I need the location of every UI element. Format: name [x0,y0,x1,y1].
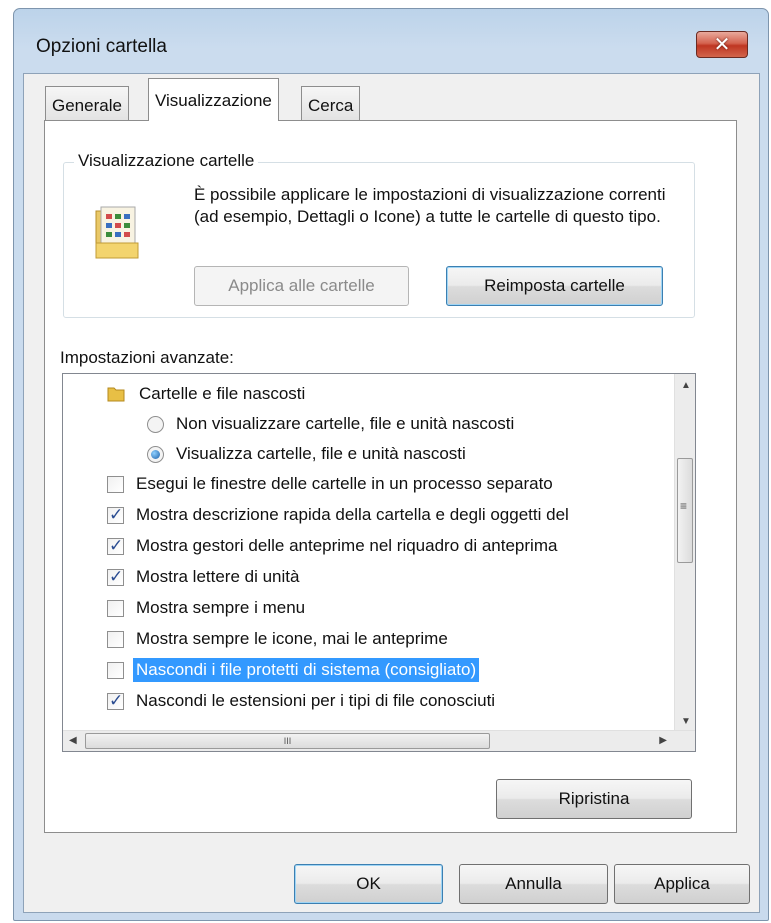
button-label: Annulla [505,874,562,893]
restore-defaults-button[interactable]: Ripristina [496,779,692,819]
list-item-radio[interactable]: Non visualizzare cartelle, file e unità … [147,409,514,439]
window-title: Opzioni cartella [36,36,167,57]
checkbox[interactable] [107,630,124,648]
list-item-label: Mostra sempre i menu [136,598,306,617]
list-item-radio[interactable]: Visualizza cartelle, file e unità nascos… [147,439,466,469]
list-item-checkbox[interactable]: Nascondi le estensioni per i tipi di fil… [107,686,495,716]
tab-generale[interactable]: Generale [45,86,129,120]
list-item-label: Mostra sempre le icone, mai le anteprime [136,629,448,648]
list-item-label: Nascondi i file protetti di sistema (con… [133,658,480,682]
tab-label: Visualizzazione [155,91,272,110]
cancel-button[interactable]: Annulla [459,864,608,904]
horizontal-scrollbar[interactable]: ◀ III ▶ [63,730,695,751]
checkbox[interactable] [107,599,124,617]
list-item-label: Mostra descrizione rapida della cartella… [136,505,569,524]
grip-icon: III [283,736,292,746]
list-item-label: Mostra gestori delle anteprime nel riqua… [136,536,558,555]
folder-options-window: Opzioni cartella ✕ Generale Visualizzazi… [13,8,769,921]
tab-panel-visualizzazione: Visualizzazione cartelle È possibile app… [44,120,737,833]
checkbox[interactable] [107,505,124,525]
vertical-scrollbar[interactable]: ▲ ≡ ▼ [674,374,695,731]
button-label: Applica [654,874,710,893]
checkbox[interactable] [107,661,124,679]
group-legend: Visualizzazione cartelle [74,151,259,171]
checkbox[interactable] [107,536,124,556]
checkbox[interactable] [107,475,124,493]
list-item-label: Nascondi le estensioni per i tipi di fil… [136,691,496,710]
tab-cerca[interactable]: Cerca [301,86,361,120]
dialog-client-area: Generale Visualizzazione Cerca Visualizz… [23,73,760,913]
list-item-checkbox[interactable]: Mostra lettere di unità [107,562,299,592]
scroll-left-arrow-icon[interactable]: ◀ [69,735,77,746]
grip-icon: ≡ [680,499,688,513]
scroll-down-arrow-icon[interactable]: ▼ [681,716,691,727]
checkbox[interactable] [107,691,124,711]
button-label: Reimposta cartelle [484,276,625,295]
folder-views-description: È possibile applicare le impostazioni di… [194,185,666,226]
folder-view-icon [95,206,139,259]
close-button[interactable]: ✕ [696,31,748,58]
radio-button[interactable] [147,445,164,463]
list-item-folder: Cartelle e file nascosti [107,379,305,409]
title-bar[interactable]: Opzioni cartella ✕ [14,9,768,75]
scroll-up-arrow-icon[interactable]: ▲ [681,380,691,391]
apply-to-folders-button[interactable]: Applica alle cartelle [194,266,409,306]
list-item-checkbox[interactable]: Esegui le finestre delle cartelle in un … [107,469,553,499]
button-label: OK [356,874,381,893]
tab-label: Cerca [308,96,354,115]
ok-button[interactable]: OK [294,864,443,904]
button-label: Applica alle cartelle [228,276,375,295]
vertical-scroll-thumb[interactable]: ≡ [677,458,693,563]
list-item-label: Cartelle e file nascosti [139,384,306,403]
close-icon: ✕ [713,34,731,56]
advanced-settings-list[interactable]: Cartelle e file nascosti Non visualizzar… [62,373,696,752]
list-item-label: Esegui le finestre delle cartelle in un … [136,474,553,493]
apply-button[interactable]: Applica [614,864,750,904]
list-item-checkbox[interactable]: Mostra descrizione rapida della cartella… [107,500,569,530]
list-item-checkbox-selected[interactable]: Nascondi i file protetti di sistema (con… [107,655,480,685]
tab-label: Generale [52,96,122,115]
radio-button[interactable] [147,415,164,433]
folder-views-group: Visualizzazione cartelle È possibile app… [63,151,695,318]
scroll-right-arrow-icon[interactable]: ▶ [659,735,667,746]
list-item-checkbox[interactable]: Mostra sempre le icone, mai le anteprime [107,624,448,654]
list-item-checkbox[interactable]: Mostra sempre i menu [107,593,305,623]
reset-folders-button[interactable]: Reimposta cartelle [446,266,663,306]
tab-visualizzazione[interactable]: Visualizzazione [148,78,279,121]
list-item-label: Mostra lettere di unità [136,567,300,586]
checkbox[interactable] [107,567,124,587]
button-label: Ripristina [558,789,630,808]
advanced-settings-label: Impostazioni avanzate: [60,348,234,367]
list-item-checkbox[interactable]: Mostra gestori delle anteprime nel riqua… [107,531,557,561]
list-item-label: Non visualizzare cartelle, file e unità … [176,414,515,433]
folder-icon [107,387,125,402]
horizontal-scroll-thumb[interactable]: III [85,733,490,749]
list-item-label: Visualizza cartelle, file e unità nascos… [176,444,466,463]
